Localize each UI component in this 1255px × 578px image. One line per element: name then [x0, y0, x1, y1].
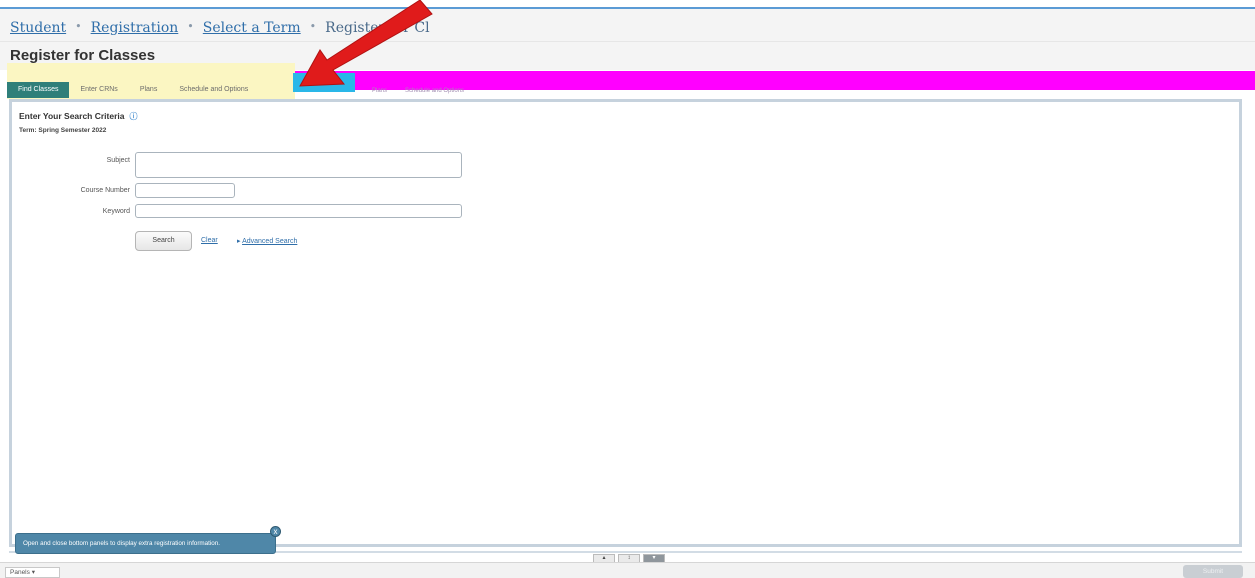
- submit-button[interactable]: Submit: [1183, 565, 1243, 578]
- panels-button[interactable]: Panels ▾: [5, 567, 60, 578]
- search-button[interactable]: Search: [135, 231, 192, 251]
- term-label: Term: Spring Semester 2022: [19, 127, 107, 134]
- course-number-label: Course Number: [80, 187, 130, 194]
- red-arrow-annotation: [299, 0, 433, 87]
- advanced-search-link[interactable]: ▸ Advanced Search: [237, 237, 297, 245]
- info-icon[interactable]: ⓘ: [130, 111, 138, 122]
- advanced-search-label: Advanced Search: [242, 238, 298, 245]
- panels-tooltip: Open and close bottom panels to display …: [15, 533, 276, 554]
- close-icon[interactable]: x: [270, 526, 281, 537]
- search-criteria-heading: Enter Your Search Criteria: [19, 111, 125, 121]
- triangle-right-icon: ▸: [237, 238, 241, 245]
- panels-label: Panels: [10, 569, 30, 576]
- chevron-down-icon: ▾: [31, 569, 35, 576]
- bottom-bar: [0, 562, 1255, 578]
- keyword-label: Keyword: [102, 208, 130, 215]
- search-criteria-title: Enter Your Search Criteria ⓘ: [19, 111, 138, 122]
- keyword-input[interactable]: [135, 204, 462, 218]
- subject-label: Subject: [106, 157, 130, 164]
- clear-link[interactable]: Clear: [201, 237, 218, 244]
- course-number-input[interactable]: [135, 183, 235, 198]
- subject-input[interactable]: [135, 152, 462, 178]
